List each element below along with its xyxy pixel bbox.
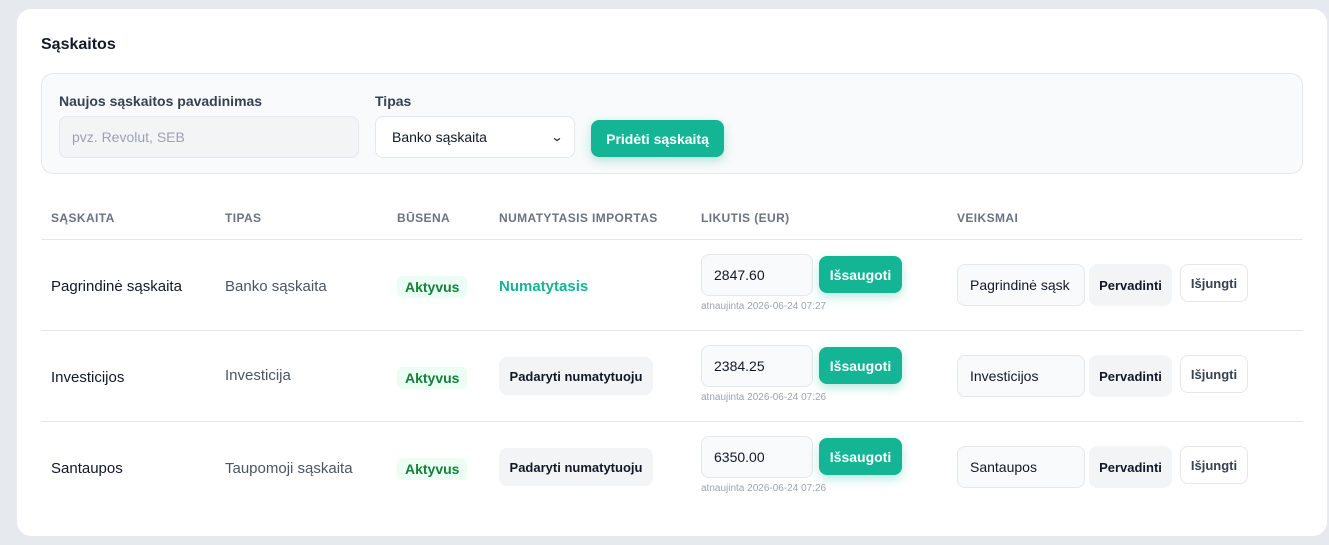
account-name: Santaupos — [51, 460, 123, 477]
status-badge: Aktyvus — [397, 276, 468, 298]
rename-input[interactable]: Santaupos — [957, 446, 1085, 488]
account-name: Pagrindinė sąskaita — [51, 278, 182, 295]
save-balance-button[interactable]: Išsaugoti — [819, 347, 902, 384]
account-name-label: Naujos sąskaitos pavadinimas — [59, 93, 263, 109]
account-name-input[interactable] — [59, 116, 359, 158]
disable-button[interactable]: Išjungti — [1180, 355, 1248, 393]
rename-button[interactable]: Pervadinti — [1089, 355, 1172, 397]
account-type: Investicija — [225, 367, 291, 384]
disable-button[interactable]: Išjungti — [1180, 446, 1248, 484]
page-title: Sąskaitos — [41, 36, 116, 53]
account-type-label: Tipas — [375, 93, 412, 109]
save-balance-button[interactable]: Išsaugoti — [819, 256, 902, 293]
table-row: Pagrindinė sąskaita Banko sąskaita Aktyv… — [41, 240, 1303, 331]
header-balance: LIKUTIS (EUR) — [701, 211, 790, 225]
balance-updated-text: atnaujinta 2026-06-24 07:27 — [701, 301, 827, 312]
table-row: Investicijos Investicija Aktyvus Padaryt… — [41, 331, 1303, 422]
status-badge: Aktyvus — [397, 367, 468, 389]
default-import-label: Numatytasis — [499, 278, 589, 295]
account-type-select[interactable]: Banko sąskaita ⌄ — [375, 116, 575, 158]
account-type: Banko sąskaita — [225, 278, 327, 295]
account-type: Taupomoji sąskaita — [225, 460, 353, 477]
header-default-import: NUMATYTASIS IMPORTAS — [499, 211, 658, 225]
status-badge: Aktyvus — [397, 458, 468, 480]
chevron-down-icon: ⌄ — [550, 130, 564, 144]
account-name: Investicijos — [51, 369, 125, 386]
accounts-card: Sąskaitos Naujos sąskaitos pavadinimas T… — [17, 9, 1327, 536]
balance-input[interactable]: 2847.60 — [701, 254, 813, 296]
rename-button[interactable]: Pervadinti — [1089, 446, 1172, 488]
disable-button[interactable]: Išjungti — [1180, 264, 1248, 302]
make-default-button[interactable]: Padaryti numatytuoju — [499, 357, 653, 395]
header-account: SĄSKAITA — [51, 211, 115, 225]
account-type-selected: Banko sąskaita — [392, 129, 487, 145]
balance-updated-text: atnaujinta 2026-06-24 07:26 — [701, 392, 827, 403]
rename-input[interactable]: Investicijos — [957, 355, 1085, 397]
rename-button[interactable]: Pervadinti — [1089, 264, 1172, 306]
balance-updated-text: atnaujinta 2026-06-24 07:26 — [701, 483, 827, 494]
table-header: SĄSKAITA TIPAS BŪSENA NUMATYTASIS IMPORT… — [41, 199, 1303, 240]
header-type: TIPAS — [225, 211, 262, 225]
rename-input[interactable]: Pagrindinė sąsk — [957, 264, 1085, 306]
header-status: BŪSENA — [397, 211, 451, 225]
balance-input[interactable]: 6350.00 — [701, 436, 813, 478]
balance-input[interactable]: 2384.25 — [701, 345, 813, 387]
save-balance-button[interactable]: Išsaugoti — [819, 438, 902, 475]
add-account-button[interactable]: Pridėti sąskaitą — [591, 120, 724, 157]
make-default-button[interactable]: Padaryti numatytuoju — [499, 448, 653, 486]
header-actions: VEIKSMAI — [957, 211, 1019, 225]
new-account-form: Naujos sąskaitos pavadinimas Tipas Banko… — [41, 73, 1303, 174]
table-row: Santaupos Taupomoji sąskaita Aktyvus Pad… — [41, 422, 1303, 513]
